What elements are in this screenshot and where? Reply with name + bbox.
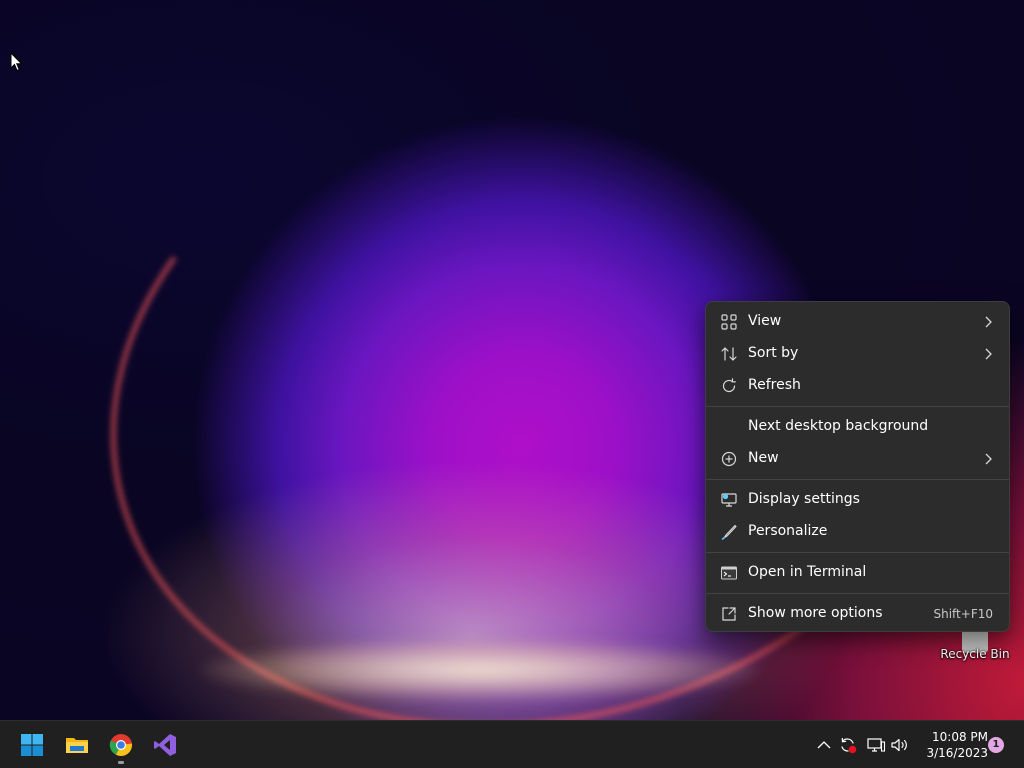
menu-item-sort-by[interactable]: Sort by — [710, 338, 1005, 370]
menu-item-label: View — [748, 313, 782, 329]
keyboard-shortcut: Shift+F10 — [933, 607, 993, 621]
show-more-options-icon — [722, 607, 736, 621]
menu-separator — [706, 479, 1009, 480]
file-explorer-icon — [66, 738, 88, 753]
visual-studio-icon — [154, 734, 176, 756]
show-hidden-icons-chevron[interactable] — [814, 735, 834, 755]
clock-time: 10:08 PM — [932, 730, 988, 744]
network-icon[interactable] — [866, 735, 886, 755]
mouse-cursor-icon — [10, 52, 23, 72]
menu-item-label: New — [748, 450, 779, 466]
menu-item-label: Show more options — [748, 605, 883, 621]
menu-item-open-in-terminal[interactable]: Open in Terminal — [710, 557, 1005, 589]
desktop-icon-label: Recycle Bin — [940, 647, 1010, 661]
new-plus-icon — [721, 451, 737, 467]
taskbar-start-button[interactable] — [14, 727, 50, 763]
menu-item-next-desktop-background[interactable]: Next desktop background — [710, 411, 1005, 443]
menu-item-refresh[interactable]: Refresh — [710, 370, 1005, 402]
menu-item-label: Next desktop background — [748, 418, 929, 434]
display-settings-icon — [721, 493, 737, 507]
menu-item-label: Display settings — [748, 491, 860, 507]
taskbar-chrome[interactable] — [103, 727, 139, 764]
menu-item-show-more-options[interactable]: Show more options Shift+F10 — [710, 598, 1005, 630]
sync-error-icon[interactable] — [838, 735, 858, 755]
menu-item-label: Open in Terminal — [748, 564, 867, 580]
chevron-right-icon — [985, 348, 992, 360]
desktop-context-menu: View Sort by Refresh Next desktop backgr… — [705, 301, 1010, 632]
menu-separator — [706, 593, 1009, 594]
menu-item-personalize[interactable]: Personalize — [710, 516, 1005, 548]
personalize-brush-icon — [721, 524, 737, 540]
menu-item-label: Refresh — [748, 377, 801, 393]
menu-separator — [706, 552, 1009, 553]
terminal-icon — [721, 566, 737, 580]
running-indicator — [118, 761, 124, 764]
menu-item-display-settings[interactable]: Display settings — [710, 484, 1005, 516]
taskbar: 10:08 PM 3/16/2023 1 — [0, 720, 1024, 768]
volume-icon[interactable] — [890, 735, 910, 755]
menu-item-new[interactable]: New — [710, 443, 1005, 475]
view-grid-icon — [721, 314, 737, 330]
menu-item-view[interactable]: View — [710, 306, 1005, 338]
taskbar-file-explorer[interactable] — [59, 727, 95, 763]
menu-separator — [706, 406, 1009, 407]
menu-item-label: Personalize — [748, 523, 828, 539]
taskbar-visual-studio[interactable] — [147, 727, 183, 763]
notification-badge[interactable]: 1 — [988, 737, 1004, 753]
clock-date: 3/16/2023 — [926, 746, 988, 760]
desktop-background[interactable]: Recycle Bin View Sort by Refresh Next de… — [0, 0, 1024, 720]
refresh-icon — [722, 378, 736, 393]
windows-start-icon — [21, 734, 43, 756]
sort-icon — [721, 347, 737, 361]
chrome-icon — [109, 734, 133, 757]
chevron-right-icon — [985, 316, 992, 328]
chevron-right-icon — [985, 453, 992, 465]
taskbar-clock[interactable]: 10:08 PM 3/16/2023 — [912, 729, 988, 761]
menu-item-label: Sort by — [748, 345, 799, 361]
